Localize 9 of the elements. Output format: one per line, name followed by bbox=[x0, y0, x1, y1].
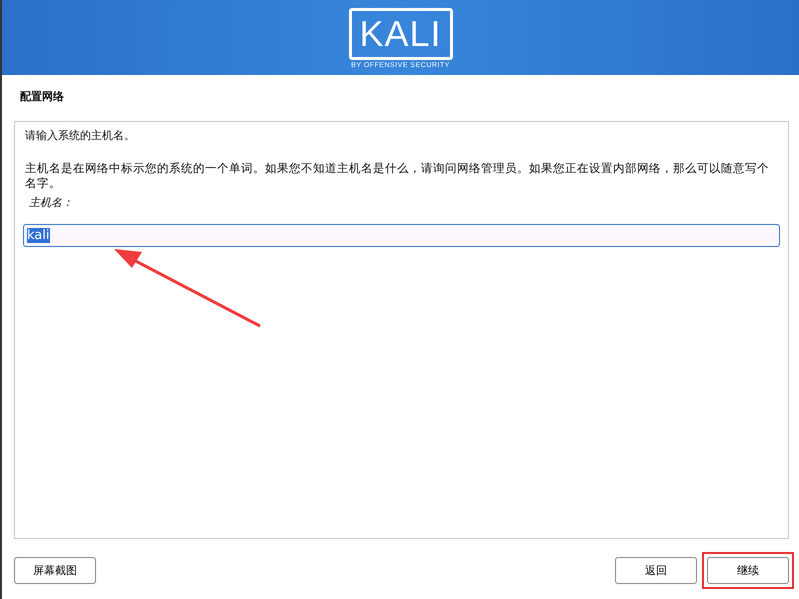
prompt-text: 请输入系统的主机名。 bbox=[25, 128, 136, 143]
logo-wordmark: KALI bbox=[359, 16, 442, 52]
hostname-field[interactable]: kali bbox=[23, 224, 780, 247]
continue-button[interactable]: 继续 bbox=[707, 557, 789, 584]
field-label: 主机名： bbox=[29, 195, 74, 210]
page-title: 配置网络 bbox=[20, 89, 65, 105]
back-button[interactable]: 返回 bbox=[615, 557, 697, 584]
description-text: 主机名是在网络中标示您的系统的一个单词。如果您不知道主机名是什么，请询问网络管理员。如果您正在设置内部网络，那么可以随意写个名字。 bbox=[25, 161, 770, 191]
screenshot-button[interactable]: 屏幕截图 bbox=[14, 557, 96, 584]
